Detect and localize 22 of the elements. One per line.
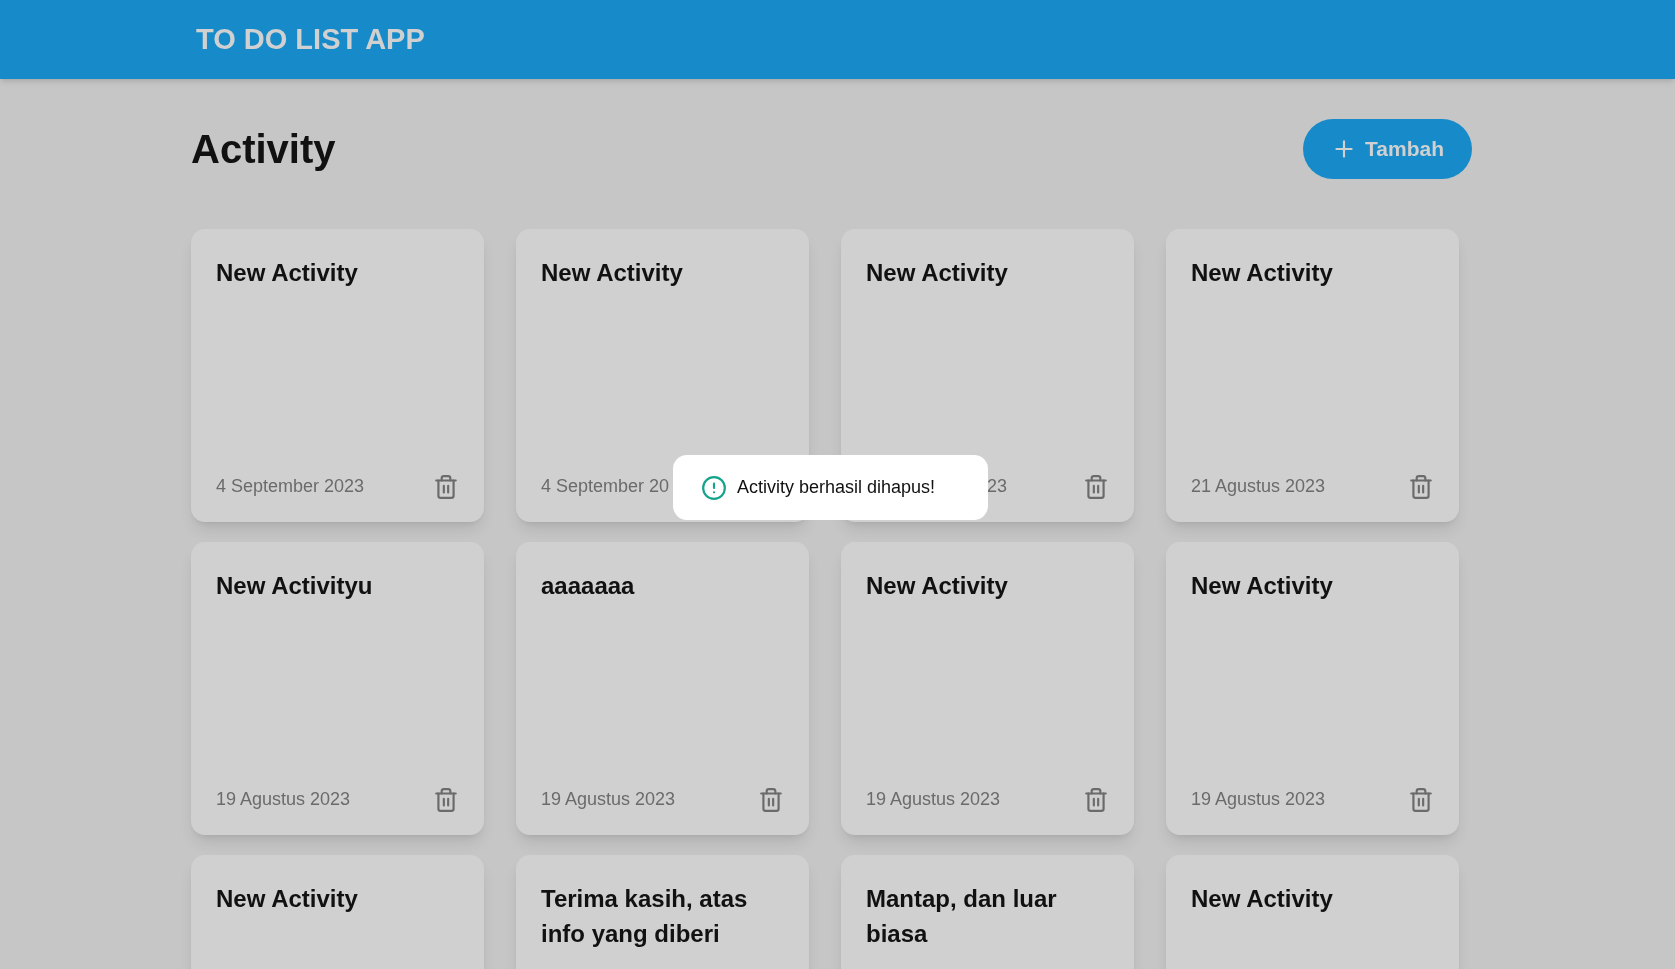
activity-date: 19 Agustus 2023 [541,788,676,811]
activity-date: 4 September 20 [541,475,670,498]
activity-date: 19 Agustus 2023 [866,788,1001,811]
activity-title: Terima kasih, atas info yang diberi [541,884,749,949]
activity-date: 4 September 2023 [216,475,365,498]
activity-title: New Activity [541,258,684,288]
activity-title: New Activity [1191,884,1334,914]
activity-title: New Activity [216,258,359,288]
activity-title: Mantap, dan luar biasa [866,884,1058,949]
activity-title: New Activity [866,571,1009,601]
activity-date: 19 Agustus 2023 [216,788,351,811]
app-title: TO DO LIST APP [196,21,425,57]
activity-date: 19 Agustus 2023 [1191,788,1326,811]
activity-title: New Activity [1191,258,1334,288]
activity-date: 21 Agustus 2023 [1191,475,1326,498]
activity-date: 23 [987,475,1008,498]
activity-title: aaaaaaa [541,571,636,601]
activity-title: New Activity [216,884,359,914]
activity-title: New Activityu [216,571,374,601]
activity-title: New Activity [866,258,1009,288]
activity-title: New Activity [1191,571,1334,601]
page-title: Activity [191,126,336,173]
